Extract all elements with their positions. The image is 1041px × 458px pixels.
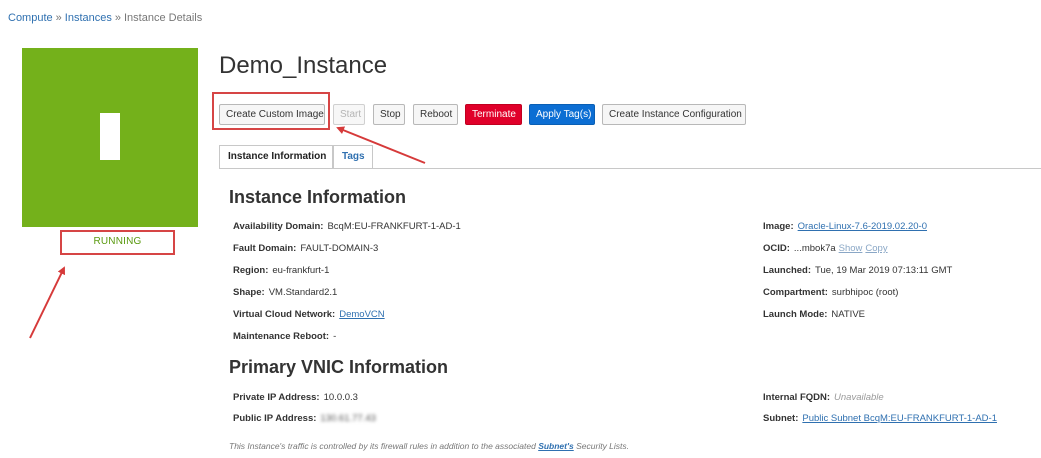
breadcrumb-separator: »	[114, 12, 121, 24]
terminate-button[interactable]: Terminate	[465, 104, 522, 125]
start-button[interactable]: Start	[333, 104, 365, 125]
vcn-link[interactable]: DemoVCN	[339, 309, 384, 320]
subnet-link[interactable]: Public Subnet BcqM:EU-FRANKFURT-1-AD-1	[802, 413, 997, 424]
breadcrumb-instances-link[interactable]: Instances	[65, 12, 112, 24]
compartment-field: Compartment: surbhipoc (root)	[763, 287, 898, 298]
field-label: Maintenance Reboot:	[233, 331, 330, 342]
field-value: FAULT-DOMAIN-3	[300, 243, 379, 254]
field-label: Virtual Cloud Network:	[233, 309, 336, 320]
field-value: NATIVE	[831, 309, 865, 320]
instance-state-label: RUNNING	[93, 236, 142, 247]
field-value: BcqM:EU-FRANKFURT-1-AD-1	[327, 221, 461, 232]
field-label: Internal FQDN:	[763, 392, 831, 403]
ocid-field: OCID: ...mbok7a Show Copy	[763, 243, 888, 254]
image-link[interactable]: Oracle-Linux-7.6-2019.02.20-0	[798, 221, 927, 232]
subnet-field: Subnet: Public Subnet BcqM:EU-FRANKFURT-1…	[763, 413, 997, 424]
field-value: Tue, 19 Mar 2019 07:13:11 GMT	[815, 265, 953, 276]
vnic-information-heading: Primary VNIC Information	[229, 357, 449, 377]
instance-information-heading: Instance Information	[229, 187, 407, 207]
field-label: Public IP Address:	[233, 413, 317, 424]
field-value: Unavailable	[834, 392, 884, 403]
field-label: OCID:	[763, 243, 790, 254]
private-ip-field: Private IP Address: 10.0.0.3	[233, 392, 358, 403]
field-label: Region:	[233, 265, 269, 276]
field-label: Shape:	[233, 287, 265, 298]
field-value: eu-frankfurt-1	[272, 265, 330, 276]
field-value: -	[333, 331, 337, 342]
launch-mode-field: Launch Mode: NATIVE	[763, 309, 865, 320]
field-label: Fault Domain:	[233, 243, 297, 254]
tab-divider	[219, 168, 1041, 169]
tab-tags[interactable]: Tags	[333, 145, 373, 169]
instance-icon	[100, 113, 120, 160]
firewall-note: This Instance's traffic is controlled by…	[229, 441, 629, 451]
launched-field: Launched: Tue, 19 Mar 2019 07:13:11 GMT	[763, 265, 952, 276]
field-value: ...mbok7a	[793, 243, 836, 254]
fault-domain-field: Fault Domain: FAULT-DOMAIN-3	[233, 243, 378, 254]
field-label: Launched:	[763, 265, 812, 276]
instance-status-tile	[22, 48, 198, 227]
arrow-to-running-state	[29, 266, 65, 339]
field-value: 10.0.0.3	[323, 392, 358, 403]
shape-field: Shape: VM.Standard2.1	[233, 287, 337, 298]
breadcrumb-current: Instance Details	[123, 12, 203, 24]
apply-tags-button[interactable]: Apply Tag(s)	[529, 104, 595, 125]
image-field: Image: Oracle-Linux-7.6-2019.02.20-0	[763, 221, 927, 232]
tab-instance-information[interactable]: Instance Information	[219, 145, 333, 169]
create-custom-image-button[interactable]: Create Custom Image	[219, 104, 325, 125]
field-label: Subnet:	[763, 413, 799, 424]
maintenance-reboot-field: Maintenance Reboot: -	[233, 331, 336, 342]
note-text: This Instance's traffic is controlled by…	[229, 441, 539, 451]
field-label: Compartment:	[763, 287, 828, 298]
field-label: Image:	[763, 221, 794, 232]
vcn-field: Virtual Cloud Network: DemoVCN	[233, 309, 385, 320]
region-field: Region: eu-frankfurt-1	[233, 265, 329, 276]
stop-button[interactable]: Stop	[373, 104, 405, 125]
field-value: VM.Standard2.1	[268, 287, 338, 298]
create-instance-configuration-button[interactable]: Create Instance Configuration	[602, 104, 746, 125]
reboot-button[interactable]: Reboot	[413, 104, 458, 125]
state-highlight-box: RUNNING	[60, 230, 175, 255]
note-text: Security Lists.	[573, 441, 630, 451]
field-label: Availability Domain:	[233, 221, 324, 232]
field-value: 130.61.77.43	[320, 413, 376, 424]
breadcrumb-separator: »	[55, 12, 62, 24]
subnet-security-link[interactable]: Subnet's	[538, 441, 574, 451]
availability-domain-field: Availability Domain: BcqM:EU-FRANKFURT-1-…	[233, 221, 461, 232]
ocid-show-link[interactable]: Show	[839, 243, 863, 254]
breadcrumb-compute-link[interactable]: Compute	[8, 12, 53, 24]
breadcrumb: Compute» Instances» Instance Details	[8, 12, 202, 24]
field-value: surbhipoc (root)	[831, 287, 899, 298]
page-title: Demo_Instance	[219, 52, 388, 79]
field-label: Private IP Address:	[233, 392, 320, 403]
ocid-copy-link[interactable]: Copy	[865, 243, 887, 254]
field-label: Launch Mode:	[763, 309, 828, 320]
internal-fqdn-field: Internal FQDN: Unavailable	[763, 392, 884, 403]
public-ip-field: Public IP Address: 130.61.77.43	[233, 413, 376, 424]
